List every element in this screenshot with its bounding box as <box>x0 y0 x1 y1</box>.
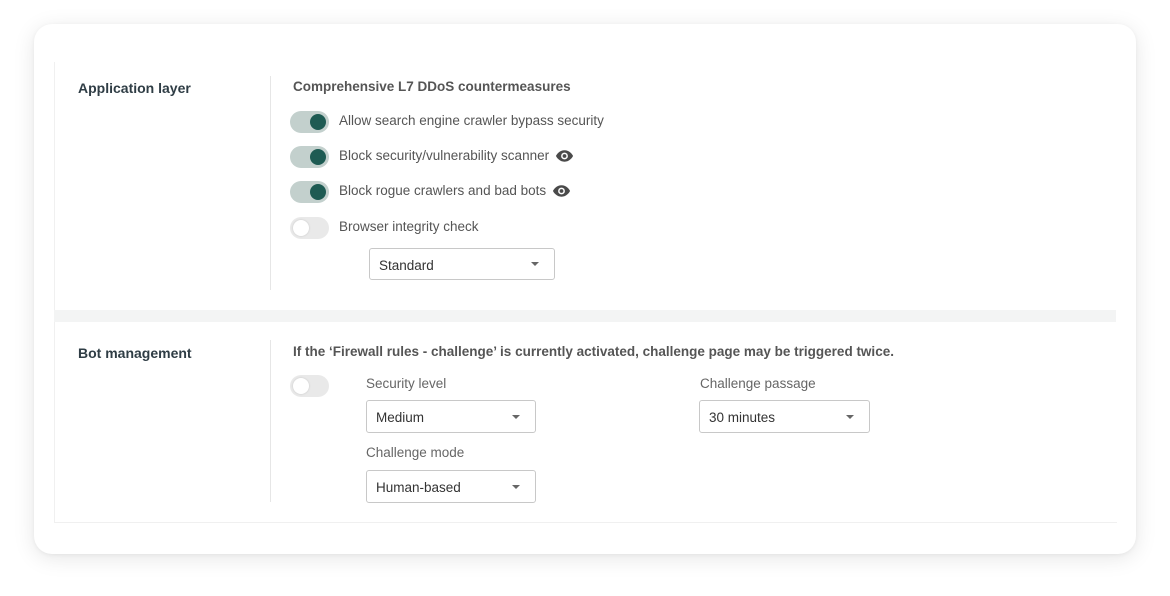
select-value: Human-based <box>376 480 461 495</box>
countermeasures-heading: Comprehensive L7 DDoS countermeasures <box>293 79 571 94</box>
challenge-mode-label: Challenge mode <box>366 445 465 460</box>
browser-integrity-toggle[interactable] <box>290 217 329 239</box>
eye-icon[interactable] <box>552 184 571 198</box>
crawler-bypass-label: Allow search engine crawler bypass secur… <box>339 113 604 128</box>
bot-management-section: Bot management If the ‘Firewall rules - … <box>54 322 1117 523</box>
select-value: 30 minutes <box>709 410 776 425</box>
challenge-passage-select[interactable]: 30 minutes <box>699 400 870 433</box>
select-value: Medium <box>376 410 425 425</box>
security-level-select[interactable]: Medium <box>366 400 536 433</box>
browser-integrity-label: Browser integrity check <box>339 219 479 234</box>
section-title: Application layer <box>78 80 191 96</box>
vulnerability-scanner-toggle[interactable] <box>290 146 329 168</box>
firewall-notice: If the ‘Firewall rules - challenge’ is c… <box>293 344 894 359</box>
bad-bots-label: Block rogue crawlers and bad bots <box>339 183 571 198</box>
challenge-mode-select[interactable]: Human-based <box>366 470 536 503</box>
divider <box>270 76 271 290</box>
eye-icon[interactable] <box>555 149 574 163</box>
section-title: Bot management <box>78 345 192 361</box>
chevron-down-icon <box>846 415 854 419</box>
chevron-down-icon <box>512 485 520 489</box>
security-level-label: Security level <box>366 376 447 391</box>
chevron-down-icon <box>531 262 539 266</box>
vulnerability-scanner-label: Block security/vulnerability scanner <box>339 148 574 163</box>
challenge-passage-label: Challenge passage <box>700 376 816 391</box>
crawler-bypass-toggle[interactable] <box>290 111 329 133</box>
bad-bots-toggle[interactable] <box>290 181 329 203</box>
divider <box>270 340 271 502</box>
bot-management-toggle[interactable] <box>290 375 329 397</box>
section-separator <box>54 310 1116 322</box>
select-value: Standard <box>379 258 434 273</box>
integrity-level-select[interactable]: Standard <box>369 248 555 280</box>
application-layer-section: Application layer Comprehensive L7 DDoS … <box>54 62 1117 310</box>
chevron-down-icon <box>512 415 520 419</box>
